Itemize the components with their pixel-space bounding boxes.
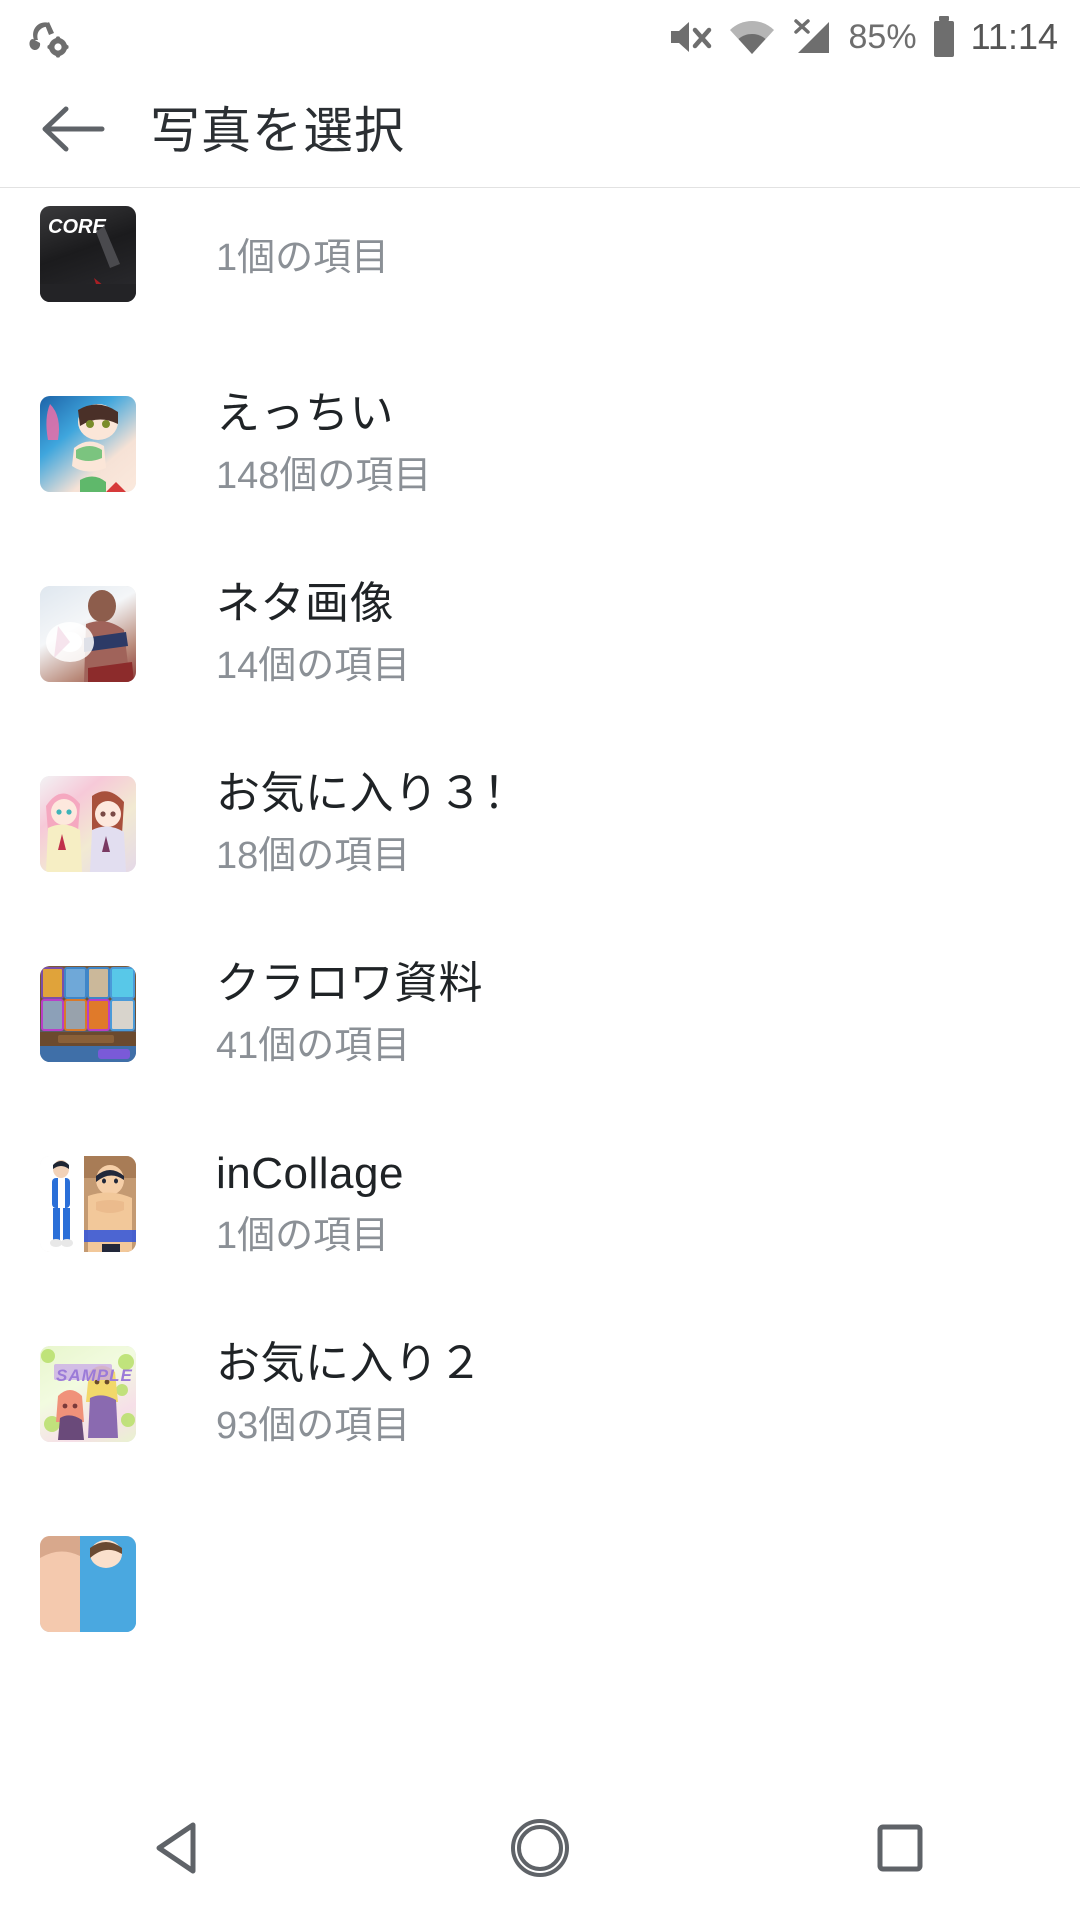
album-item-count: 18個の項目 — [216, 834, 411, 877]
headphone-settings-icon — [24, 14, 70, 60]
album-list-item[interactable] — [0, 1489, 1080, 1679]
album-text-block: ネタ画像 14個の項目 — [216, 576, 410, 692]
arrow-back-icon — [39, 102, 105, 161]
nav-back-triangle-icon — [151, 1819, 209, 1882]
album-title: えっちい — [216, 388, 394, 438]
nav-recents-button[interactable] — [810, 1780, 990, 1920]
album-text-block: お気に入り３！ 18個の項目 — [216, 766, 528, 882]
album-item-count: 14個の項目 — [216, 644, 411, 687]
app-bar: 写真を選択 — [0, 74, 1080, 188]
album-item-count: 1個の項目 — [216, 1214, 390, 1257]
album-list-item[interactable]: SAMPLE お気に入り２ 93個の項目 — [0, 1299, 1080, 1489]
album-title: お気に入り３！ — [216, 768, 528, 818]
album-list-item[interactable]: お気に入り３！ 18個の項目 — [0, 729, 1080, 919]
album-thumbnail — [40, 586, 136, 682]
album-title: お気に入り２ — [216, 1338, 483, 1388]
status-bar-clock: 11:14 — [970, 16, 1058, 57]
album-item-count: 41個の項目 — [216, 1024, 411, 1067]
page-title: 写真を選択 — [150, 103, 405, 159]
battery-icon — [931, 15, 957, 59]
album-list-item[interactable]: inCollage 1個の項目 — [0, 1109, 1080, 1299]
album-thumbnail: CORE — [40, 206, 136, 302]
album-item-count: 148個の項目 — [216, 454, 432, 497]
album-text-block: お気に入り２ 93個の項目 — [216, 1336, 483, 1452]
nav-home-circle-icon — [509, 1817, 571, 1884]
nav-back-button[interactable] — [90, 1780, 270, 1920]
album-item-count: 93個の項目 — [216, 1404, 411, 1447]
album-thumbnail: SAMPLE — [40, 1346, 136, 1442]
nav-home-button[interactable] — [450, 1780, 630, 1920]
nav-recents-square-icon — [873, 1821, 927, 1880]
status-bar: 85% 11:14 — [0, 0, 1080, 74]
album-text-block: クラロワ資料 41個の項目 — [216, 956, 483, 1072]
album-list[interactable]: CORE 1個の項目 えっちい 148個の項目 ネタ画像 14個の項目 お気に入… — [0, 189, 1080, 1780]
album-thumbnail — [40, 1156, 136, 1252]
album-title: クラロワ資料 — [216, 958, 483, 1008]
album-text-block: 1個の項目 — [216, 223, 389, 284]
volume-mute-icon — [667, 17, 715, 57]
album-list-inner: CORE 1個の項目 えっちい 148個の項目 ネタ画像 14個の項目 お気に入… — [0, 189, 1080, 1679]
status-bar-left — [24, 14, 70, 60]
album-thumbnail — [40, 776, 136, 872]
album-item-count: 1個の項目 — [216, 237, 390, 280]
album-list-item[interactable]: ネタ画像 14個の項目 — [0, 539, 1080, 729]
no-sim-signal-icon — [789, 17, 835, 57]
navigation-bar — [0, 1780, 1080, 1920]
status-bar-right: 85% 11:14 — [653, 15, 1058, 59]
album-list-item[interactable]: えっちい 148個の項目 — [0, 349, 1080, 539]
album-title: inCollage — [216, 1148, 404, 1198]
album-thumbnail — [40, 966, 136, 1062]
battery-percent-label: 85% — [848, 17, 917, 56]
album-title: ネタ画像 — [216, 578, 394, 628]
album-thumbnail — [40, 396, 136, 492]
back-button[interactable] — [24, 83, 120, 179]
album-thumbnail — [40, 1536, 136, 1632]
album-text-block: inCollage 1個の項目 — [216, 1146, 404, 1262]
album-text-block: えっちい 148個の項目 — [216, 386, 431, 502]
wifi-icon — [729, 17, 775, 57]
album-list-item[interactable]: クラロワ資料 41個の項目 — [0, 919, 1080, 1109]
album-list-item[interactable]: CORE 1個の項目 — [0, 189, 1080, 349]
